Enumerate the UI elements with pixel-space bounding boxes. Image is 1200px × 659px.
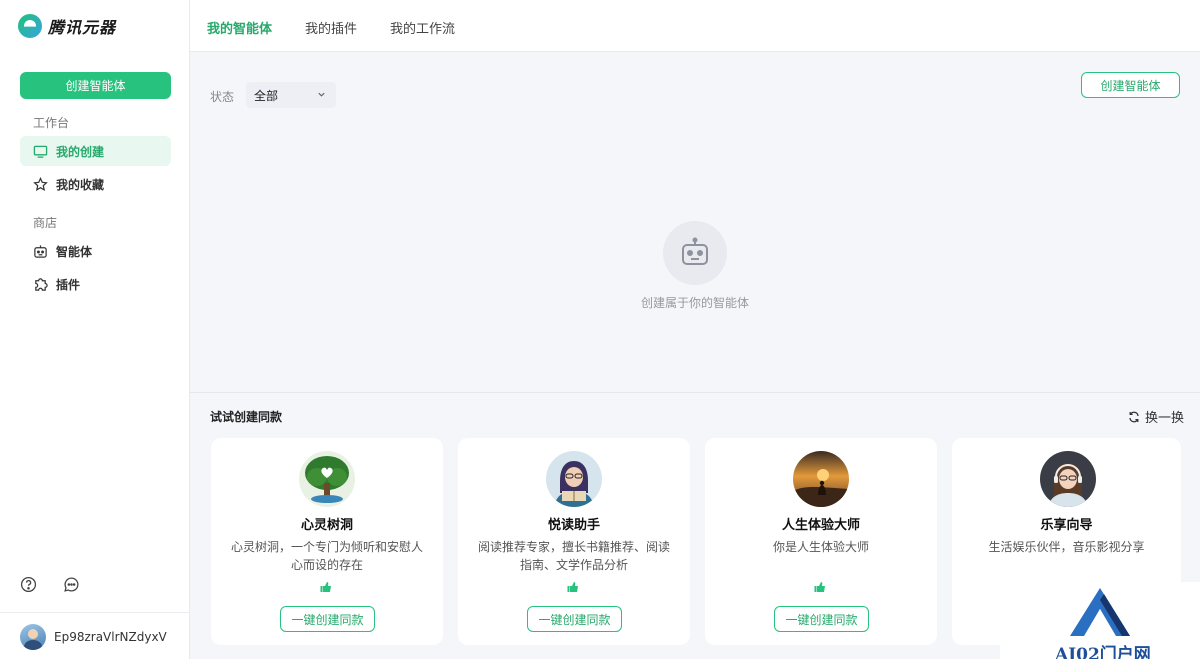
agent-card[interactable]: 心灵树洞 心灵树洞，一个专门为倾听和安慰人心而设的存在 一键创建同款 <box>211 438 443 645</box>
workbench-section-label: 工作台 <box>33 116 70 130</box>
logo-text: 腾讯元器 <box>48 18 117 37</box>
monitor-icon <box>33 145 48 158</box>
agent-card-desc: 阅读推荐专家，擅长书籍推荐、阅读指南、文学作品分析 <box>477 540 670 572</box>
username: Ep98zraVlrNZdyxV <box>54 630 167 644</box>
store-section-label: 商店 <box>33 216 58 230</box>
sidebar-divider <box>0 612 190 613</box>
chat-icon[interactable] <box>63 576 80 593</box>
thumbs-up-icon <box>567 582 578 592</box>
refresh-icon <box>1129 411 1139 422</box>
app-logo[interactable]: 腾讯元器 <box>18 14 116 38</box>
clone-agent-button[interactable]: 一键创建同款 <box>280 606 375 632</box>
status-filter-label: 状态 <box>210 90 235 104</box>
create-agent-button[interactable]: 创建智能体 <box>1081 72 1180 98</box>
avatar <box>20 624 46 650</box>
site-watermark: AI02门户网 <box>1000 582 1200 659</box>
user-profile[interactable]: Ep98zraVlrNZdyxV <box>20 624 167 650</box>
recommend-title: 试试创建同款 <box>210 410 283 424</box>
thumbs-up-icon <box>814 582 825 592</box>
robot-icon <box>34 244 47 258</box>
star-icon <box>33 176 48 191</box>
tab-my-plugins[interactable]: 我的插件 <box>305 18 357 37</box>
status-filter-select[interactable]: 全部 <box>246 82 336 108</box>
sidebar-item-agents[interactable]: 智能体 <box>20 236 171 266</box>
sidebar-create-agent-button[interactable]: 创建智能体 <box>20 72 171 99</box>
watermark-text: AI02门户网 <box>1055 645 1151 659</box>
tab-my-agents[interactable]: 我的智能体 <box>207 18 272 37</box>
sidebar-item-my-creations[interactable]: 我的创建 <box>20 136 171 166</box>
agent-card[interactable]: 悦读助手 阅读推荐专家，擅长书籍推荐、阅读指南、文学作品分析 一键创建同款 <box>458 438 690 645</box>
sidebar-item-my-favorites[interactable]: 我的收藏 <box>20 169 171 199</box>
agent-card-desc: 心灵树洞，一个专门为倾听和安慰人心而设的存在 <box>230 540 423 572</box>
clone-agent-button[interactable]: 一键创建同款 <box>774 606 869 632</box>
puzzle-icon <box>35 277 48 291</box>
top-tab-bar: 我的智能体 我的插件 我的工作流 <box>190 0 1200 52</box>
sidebar-item-label: 我的创建 <box>56 144 105 159</box>
clone-agent-button[interactable]: 一键创建同款 <box>527 606 622 632</box>
logo-icon <box>18 14 42 38</box>
watermark-logo-icon <box>1070 588 1130 636</box>
agent-card-desc: 你是人生体验大师 <box>772 540 869 554</box>
sunset-meditation-avatar <box>793 451 849 507</box>
agent-card[interactable]: 人生体验大师 你是人生体验大师 一键创建同款 <box>705 438 937 645</box>
sidebar-footer-icons <box>20 576 80 593</box>
sidebar-item-label: 智能体 <box>56 244 93 259</box>
chevron-down-icon <box>318 92 325 97</box>
sidebar-item-label: 插件 <box>56 277 81 292</box>
sidebar: 腾讯元器 创建智能体 工作台 我的创建 我的收藏 商店 智能体 插件 Ep98z… <box>0 0 190 659</box>
agent-card-title: 悦读助手 <box>547 518 600 533</box>
status-filter-value: 全部 <box>254 88 279 103</box>
sidebar-item-label: 我的收藏 <box>56 177 105 192</box>
agent-card-desc: 生活娱乐伙伴，音乐影视分享 <box>988 540 1145 554</box>
agent-card-title: 心灵树洞 <box>300 518 353 533</box>
help-icon[interactable] <box>20 576 37 593</box>
empty-state-robot-icon <box>663 221 727 285</box>
reading-girl-avatar <box>546 451 602 507</box>
empty-state-text: 创建属于你的智能体 <box>640 296 749 310</box>
refresh-button[interactable]: 换一换 <box>1128 407 1184 426</box>
agent-card-title: 乐享向导 <box>1040 518 1093 533</box>
tree-heart-avatar <box>299 451 355 507</box>
agent-card-title: 人生体验大师 <box>781 518 860 533</box>
thumbs-up-icon <box>320 582 331 592</box>
tab-my-workflows[interactable]: 我的工作流 <box>390 18 455 37</box>
sidebar-item-plugins[interactable]: 插件 <box>20 269 171 299</box>
refresh-label: 换一换 <box>1145 411 1185 426</box>
headphone-girl-avatar <box>1040 451 1096 507</box>
